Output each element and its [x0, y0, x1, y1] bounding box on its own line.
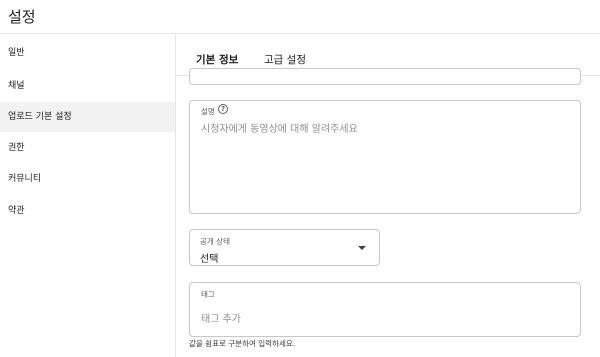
- tags-hint: 값을 쉼표로 구분하여 입력하세요.: [189, 339, 296, 348]
- tab-basic-info-label: 기본 정보: [196, 54, 239, 66]
- sidebar-item-general[interactable]: 일반: [0, 38, 175, 68]
- description-placeholder: 시청자에게 동영상에 대해 알려주세요: [201, 124, 358, 135]
- sidebar-item-terms[interactable]: 약관: [0, 196, 175, 226]
- help-icon[interactable]: ?: [218, 104, 228, 114]
- title-field-partial[interactable]: [189, 68, 581, 85]
- description-field[interactable]: 설명 ? 시청자에게 동영상에 대해 알려주세요: [189, 100, 581, 214]
- page-title: 설정: [8, 8, 36, 26]
- sidebar-item-community[interactable]: 커뮤니티: [0, 164, 175, 194]
- tab-advanced-settings-label: 고급 설정: [264, 54, 306, 66]
- visibility-select[interactable]: 공개 상태 선택: [189, 229, 380, 266]
- sidebar-item-channel[interactable]: 채널: [0, 71, 175, 101]
- page-header: 설정: [0, 0, 600, 34]
- sidebar-item-upload-defaults[interactable]: 업로드 기본 설정: [0, 102, 175, 132]
- sidebar-item-permissions[interactable]: 권한: [0, 133, 175, 163]
- tags-field[interactable]: 태그 태그 추가: [189, 282, 581, 337]
- tags-placeholder: 태그 추가: [201, 314, 241, 325]
- description-label: 설명: [201, 107, 215, 116]
- dropdown-arrow-icon: [358, 246, 366, 250]
- sidebar: 일반 채널 업로드 기본 설정 권한 커뮤니티 약관: [0, 34, 176, 357]
- visibility-value: 선택: [200, 254, 219, 265]
- tags-label: 태그: [201, 290, 215, 299]
- visibility-label: 공개 상태: [200, 237, 230, 246]
